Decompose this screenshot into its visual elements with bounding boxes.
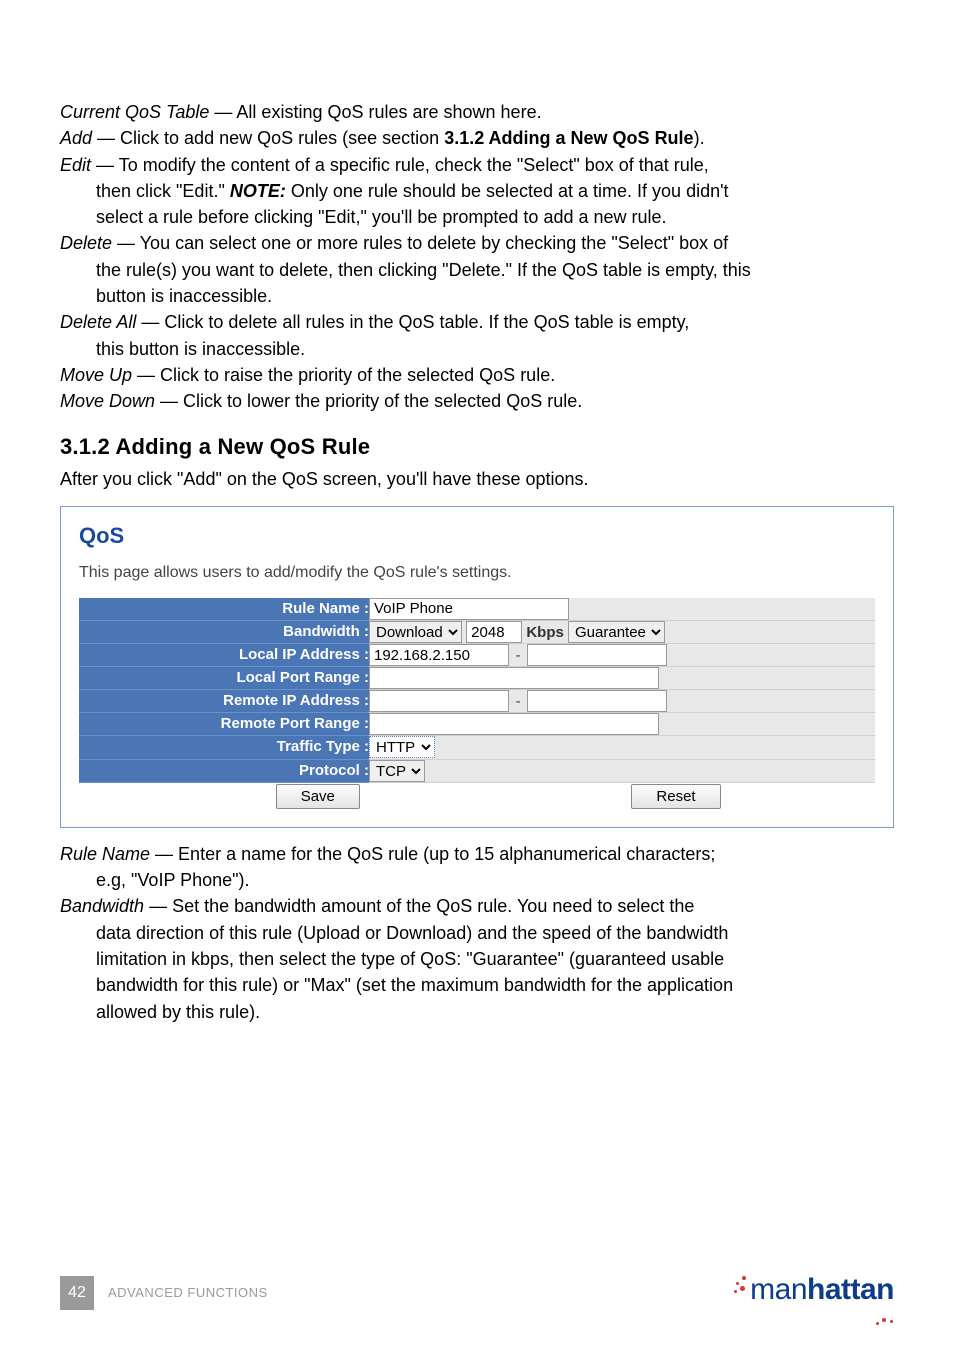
- def-rule-name: Rule Name — Enter a name for the QoS rul…: [60, 842, 894, 866]
- def-bandwidth-body1: data direction of this rule (Upload or D…: [60, 921, 894, 945]
- def-delete-all-body1: this button is inaccessible.: [60, 337, 894, 361]
- bandwidth-type-select[interactable]: Guarantee: [568, 621, 665, 643]
- logo-dots-icon: [732, 1274, 752, 1298]
- label-bandwidth: Bandwidth :: [79, 620, 369, 644]
- label-protocol: Protocol :: [79, 759, 369, 782]
- row-local-ip: Local IP Address : -: [79, 644, 875, 667]
- page-footer: 42 ADVANCED FUNCTIONS manhattan: [60, 1270, 894, 1311]
- def-text: — Click to raise the priority of the sel…: [132, 365, 555, 385]
- label-traffic-type: Traffic Type :: [79, 736, 369, 759]
- def-rule-name-body1: e.g, "VoIP Phone").: [60, 868, 894, 892]
- def-bandwidth-body2: limitation in kbps, then select the type…: [60, 947, 894, 971]
- def-delete-all-line1: — Click to delete all rules in the QoS t…: [136, 312, 689, 332]
- term: Move Up: [60, 365, 132, 385]
- reset-button[interactable]: Reset: [631, 784, 720, 809]
- def-text-1: — Click to add new QoS rules (see sectio…: [92, 128, 444, 148]
- bandwidth-direction-select[interactable]: Download: [369, 621, 462, 643]
- row-buttons: Save Reset: [79, 782, 875, 809]
- section-ref: 3.1.2 Adding a New QoS Rule: [444, 128, 693, 148]
- bandwidth-amount-input[interactable]: [466, 621, 522, 643]
- post-panel-defs: Rule Name — Enter a name for the QoS rul…: [60, 842, 894, 1024]
- def-edit-line1: — To modify the content of a specific ru…: [91, 155, 709, 175]
- definitions-block: Current QoS Table — All existing QoS rul…: [60, 100, 894, 414]
- def-edit-body2: select a rule before clicking "Edit," yo…: [60, 205, 894, 229]
- note-label: NOTE:: [230, 181, 286, 201]
- def-delete-body1: the rule(s) you want to delete, then cli…: [60, 258, 894, 282]
- panel-subtitle: This page allows users to add/modify the…: [79, 562, 875, 584]
- remote-port-range-input[interactable]: [369, 713, 659, 735]
- save-button[interactable]: Save: [276, 784, 360, 809]
- def-delete-body2: button is inaccessible.: [60, 284, 894, 308]
- local-ip-end-input[interactable]: [527, 644, 667, 666]
- range-dash: -: [513, 646, 523, 666]
- term: Add: [60, 128, 92, 148]
- row-bandwidth: Bandwidth : Download Kbps Guarantee: [79, 620, 875, 644]
- term: Delete: [60, 233, 112, 253]
- def-delete: Delete — You can select one or more rule…: [60, 231, 894, 255]
- protocol-select[interactable]: TCP: [369, 760, 425, 782]
- def-edit-body1: then click "Edit." NOTE: Only one rule s…: [60, 179, 894, 203]
- section-intro: After you click "Add" on the QoS screen,…: [60, 467, 894, 491]
- def-delete-line1: — You can select one or more rules to de…: [112, 233, 728, 253]
- def-move-down: Move Down — Click to lower the priority …: [60, 389, 894, 413]
- brand-bold: hattan: [807, 1273, 894, 1306]
- remote-ip-end-input[interactable]: [527, 690, 667, 712]
- remote-ip-start-input[interactable]: [369, 690, 509, 712]
- def-add: Add — Click to add new QoS rules (see se…: [60, 126, 894, 150]
- line1: — Set the bandwidth amount of the QoS ru…: [144, 896, 694, 916]
- qos-form-table: Rule Name : Bandwidth : Download Kbps Gu…: [79, 598, 875, 809]
- def-delete-all: Delete All — Click to delete all rules i…: [60, 310, 894, 334]
- label-local-port: Local Port Range :: [79, 667, 369, 690]
- panel-title: QoS: [79, 521, 875, 551]
- text-b: Only one rule should be selected at a ti…: [286, 181, 729, 201]
- term: Current QoS Table: [60, 102, 209, 122]
- def-text: — Click to lower the priority of the sel…: [155, 391, 582, 411]
- footer-section-label: ADVANCED FUNCTIONS: [108, 1284, 268, 1302]
- label-rule-name: Rule Name :: [79, 598, 369, 621]
- def-edit: Edit — To modify the content of a specif…: [60, 153, 894, 177]
- range-dash: -: [513, 692, 523, 712]
- row-protocol: Protocol : TCP: [79, 759, 875, 782]
- qos-panel: QoS This page allows users to add/modify…: [60, 506, 894, 828]
- def-move-up: Move Up — Click to raise the priority of…: [60, 363, 894, 387]
- row-rule-name: Rule Name :: [79, 598, 875, 621]
- row-traffic-type: Traffic Type : HTTP: [79, 736, 875, 759]
- def-text: — All existing QoS rules are shown here.: [209, 102, 541, 122]
- def-text-2: ).: [694, 128, 705, 148]
- page-number: 42: [60, 1276, 94, 1310]
- def-bandwidth-body3: bandwidth for this rule) or "Max" (set t…: [60, 973, 894, 997]
- line1: — Enter a name for the QoS rule (up to 1…: [150, 844, 715, 864]
- term: Rule Name: [60, 844, 150, 864]
- traffic-type-select[interactable]: HTTP: [369, 736, 435, 758]
- label-local-ip: Local IP Address :: [79, 644, 369, 667]
- text-a: then click "Edit.": [96, 181, 230, 201]
- bandwidth-unit-label: Kbps: [526, 624, 564, 641]
- term: Bandwidth: [60, 896, 144, 916]
- page-badge: 42 ADVANCED FUNCTIONS: [60, 1276, 268, 1310]
- label-remote-ip: Remote IP Address :: [79, 690, 369, 713]
- term: Move Down: [60, 391, 155, 411]
- def-current-qos-table: Current QoS Table — All existing QoS rul…: [60, 100, 894, 124]
- local-port-range-input[interactable]: [369, 667, 659, 689]
- def-bandwidth-body4: allowed by this rule).: [60, 1000, 894, 1024]
- local-ip-start-input[interactable]: [369, 644, 509, 666]
- term: Delete All: [60, 312, 136, 332]
- term: Edit: [60, 155, 91, 175]
- def-bandwidth: Bandwidth — Set the bandwidth amount of …: [60, 894, 894, 918]
- brand-logo: manhattan: [750, 1270, 894, 1311]
- rule-name-input[interactable]: [369, 598, 569, 620]
- label-remote-port: Remote Port Range :: [79, 713, 369, 736]
- row-remote-port: Remote Port Range :: [79, 713, 875, 736]
- row-local-port: Local Port Range :: [79, 667, 875, 690]
- brand-light: man: [750, 1273, 807, 1306]
- row-remote-ip: Remote IP Address : -: [79, 690, 875, 713]
- section-heading-312: 3.1.2 Adding a New QoS Rule: [60, 432, 894, 462]
